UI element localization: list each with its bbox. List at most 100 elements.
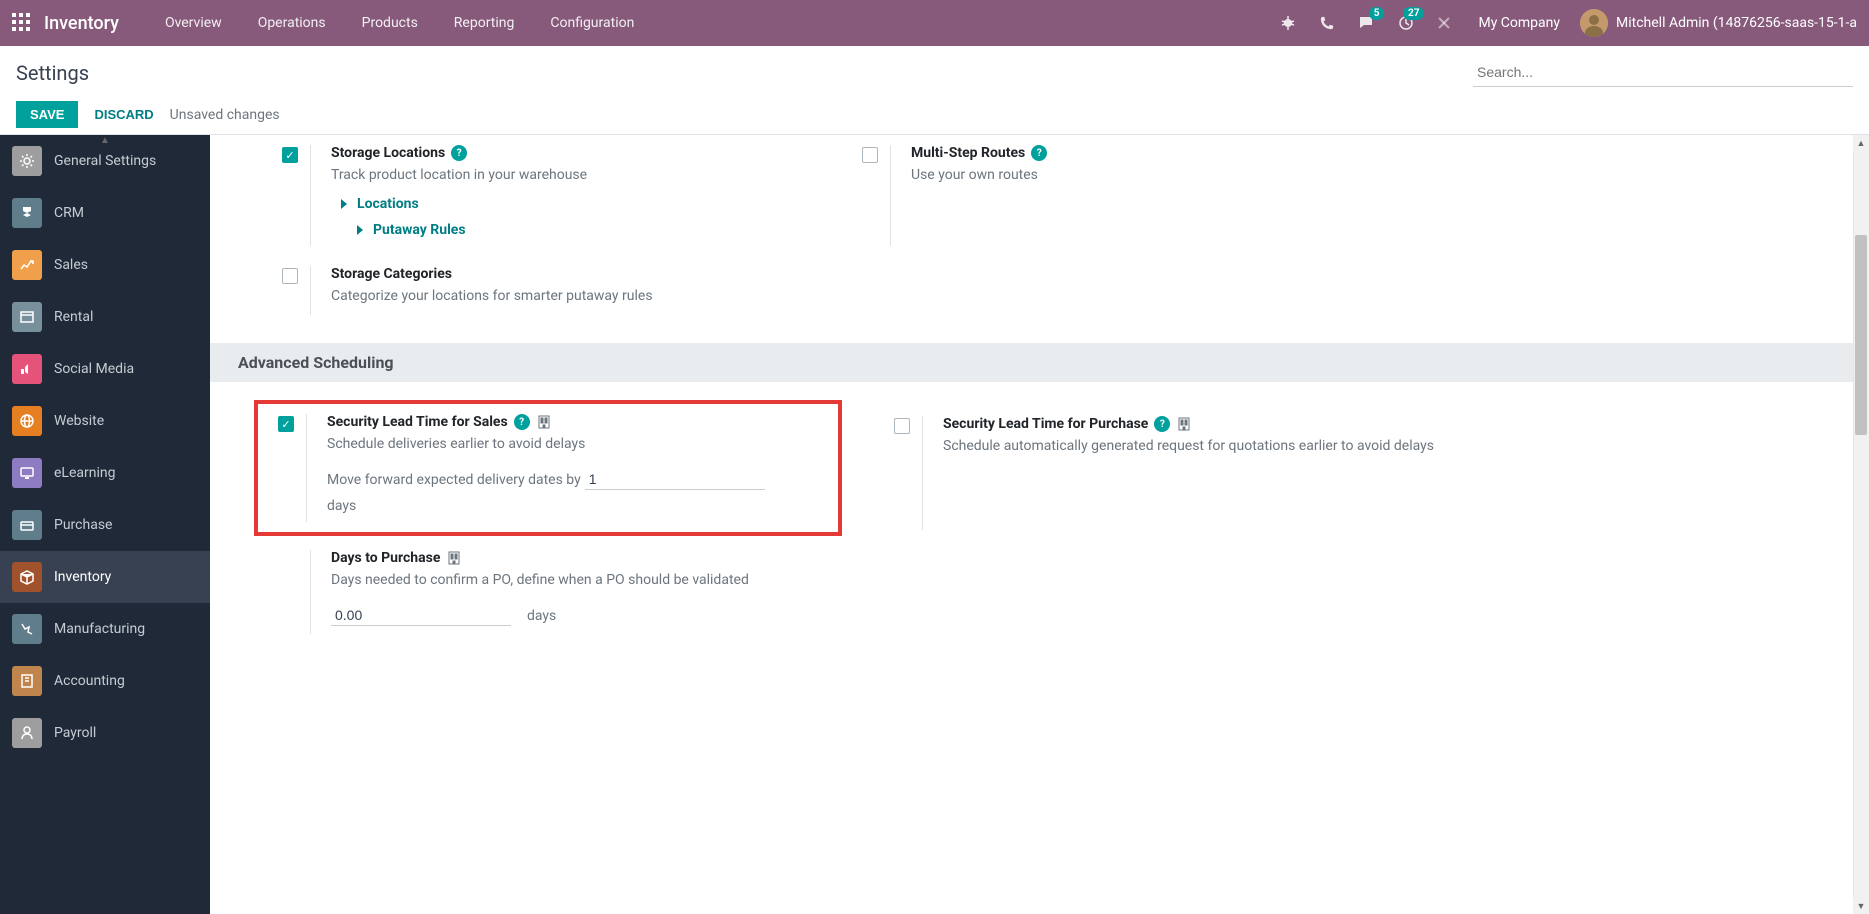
menu-configuration[interactable]: Configuration xyxy=(532,15,652,31)
debug-icon[interactable] xyxy=(1268,15,1308,31)
sidebar-item-label: Social Media xyxy=(54,361,134,377)
settings-sidebar: ▲ General Settings CRM Sales Rental Social M… xyxy=(0,135,210,914)
activities-icon[interactable]: 27 xyxy=(1386,15,1426,31)
building-icon xyxy=(536,414,552,430)
user-menu[interactable]: Mitchell Admin (14876256-saas-15-1-a xyxy=(1580,9,1857,37)
setting-storage-locations: ✓ Storage Locations ? Track product loca… xyxy=(258,135,838,256)
sidebar-icon xyxy=(12,250,42,280)
lead-time-prefix: Move forward expected delivery dates by xyxy=(327,472,581,488)
messages-icon[interactable]: 5 xyxy=(1346,15,1386,31)
sidebar-icon xyxy=(12,354,42,384)
setting-title: Days to Purchase xyxy=(331,550,440,566)
control-panel: Settings SAVE DISCARD Unsaved changes xyxy=(0,46,1869,135)
sidebar-icon xyxy=(12,718,42,748)
sidebar-item-label: Accounting xyxy=(54,673,125,689)
sidebar-item-label: Inventory xyxy=(54,569,111,585)
scroll-up-button[interactable]: ▲ xyxy=(1853,135,1869,151)
sidebar-item-label: Payroll xyxy=(54,725,96,741)
checkbox-security-lead-sales[interactable]: ✓ xyxy=(278,416,294,432)
sidebar-item-accounting[interactable]: Accounting xyxy=(0,655,210,707)
lead-time-sales-input[interactable] xyxy=(585,469,765,490)
top-nav: Inventory Overview Operations Products R… xyxy=(0,0,1869,46)
page-title: Settings xyxy=(16,61,89,85)
sidebar-item-manufacturing[interactable]: Manufacturing xyxy=(0,603,210,655)
setting-storage-categories: Storage Categories Categorize your locat… xyxy=(258,256,838,325)
setting-desc: Categorize your locations for smarter pu… xyxy=(331,286,826,307)
sidebar-item-purchase[interactable]: Purchase xyxy=(0,499,210,551)
scroll-down-button[interactable]: ▼ xyxy=(1853,898,1869,914)
scrollbar[interactable]: ▲ ▼ xyxy=(1853,135,1869,914)
setting-desc: Track product location in your warehouse xyxy=(331,165,826,186)
sidebar-item-payroll[interactable]: Payroll xyxy=(0,707,210,759)
setting-title: Storage Categories xyxy=(331,266,452,282)
checkbox-security-lead-purchase[interactable] xyxy=(894,418,910,434)
building-icon xyxy=(446,550,462,566)
help-icon[interactable]: ? xyxy=(1031,145,1047,161)
setting-title: Multi-Step Routes xyxy=(911,145,1025,161)
help-icon[interactable]: ? xyxy=(451,145,467,161)
sidebar-item-label: Website xyxy=(54,413,104,429)
sidebar-item-label: CRM xyxy=(54,205,84,221)
sidebar-item-social-media[interactable]: Social Media xyxy=(0,343,210,395)
sidebar-item-sales[interactable]: Sales xyxy=(0,239,210,291)
setting-title: Storage Locations xyxy=(331,145,445,161)
sidebar-item-rental[interactable]: Rental xyxy=(0,291,210,343)
building-icon xyxy=(1176,416,1192,432)
scrollbar-thumb[interactable] xyxy=(1855,235,1867,435)
link-locations[interactable]: Locations xyxy=(339,196,826,212)
menu-overview[interactable]: Overview xyxy=(147,15,240,31)
sidebar-item-website[interactable]: Website xyxy=(0,395,210,447)
sidebar-item-elearning[interactable]: eLearning xyxy=(0,447,210,499)
scroll-up-icon[interactable]: ▲ xyxy=(100,135,110,146)
help-icon[interactable]: ? xyxy=(1154,416,1170,432)
days-purchase-input[interactable] xyxy=(331,605,511,626)
menu-products[interactable]: Products xyxy=(344,15,436,31)
setting-multi-step-routes: Multi-Step Routes ? Use your own routes xyxy=(838,135,1418,256)
setting-title: Security Lead Time for Sales xyxy=(327,414,508,430)
discard-button[interactable]: DISCARD xyxy=(94,107,153,122)
save-button[interactable]: SAVE xyxy=(16,101,78,128)
checkbox-storage-categories[interactable] xyxy=(282,268,298,284)
sidebar-item-label: Manufacturing xyxy=(54,621,145,637)
menu-reporting[interactable]: Reporting xyxy=(436,15,533,31)
sidebar-icon xyxy=(12,510,42,540)
menu-operations[interactable]: Operations xyxy=(240,15,344,31)
setting-security-lead-purchase: Security Lead Time for Purchase ? Schedu… xyxy=(882,406,1462,540)
apps-menu-icon[interactable] xyxy=(12,13,32,33)
setting-days-to-purchase: Days to Purchase Days needed to confirm … xyxy=(258,540,838,644)
sidebar-item-crm[interactable]: CRM xyxy=(0,187,210,239)
setting-title: Security Lead Time for Purchase xyxy=(943,416,1148,432)
close-icon[interactable] xyxy=(1426,17,1462,29)
checkbox-multi-step-routes[interactable] xyxy=(862,147,878,163)
sidebar-icon xyxy=(12,562,42,592)
settings-content: ✓ Storage Locations ? Track product loca… xyxy=(210,135,1869,914)
sidebar-item-label: General Settings xyxy=(54,153,156,169)
setting-desc: Schedule automatically generated request… xyxy=(943,436,1450,457)
sidebar-icon xyxy=(12,458,42,488)
sidebar-item-label: Sales xyxy=(54,257,88,273)
sidebar-icon xyxy=(12,666,42,696)
app-name[interactable]: Inventory xyxy=(44,13,119,34)
sidebar-icon xyxy=(12,302,42,332)
search-input[interactable] xyxy=(1473,58,1853,87)
setting-desc: Use your own routes xyxy=(911,165,1406,186)
highlight-box: ✓ Security Lead Time for Sales ? Schedul… xyxy=(254,400,842,536)
sidebar-item-label: Purchase xyxy=(54,517,112,533)
link-putaway-rules[interactable]: Putaway Rules xyxy=(355,222,826,238)
activities-badge: 27 xyxy=(1403,7,1424,20)
help-icon[interactable]: ? xyxy=(514,414,530,430)
avatar xyxy=(1580,9,1608,37)
phone-icon[interactable] xyxy=(1308,16,1346,30)
sidebar-item-label: Rental xyxy=(54,309,93,325)
checkbox-storage-locations[interactable]: ✓ xyxy=(282,147,298,163)
unsaved-indicator: Unsaved changes xyxy=(170,107,280,123)
user-name: Mitchell Admin (14876256-saas-15-1-a xyxy=(1616,15,1857,31)
sidebar-item-inventory[interactable]: Inventory xyxy=(0,551,210,603)
sidebar-icon xyxy=(12,198,42,228)
sidebar-item-label: eLearning xyxy=(54,465,115,481)
sidebar-icon xyxy=(12,406,42,436)
setting-desc: Schedule deliveries earlier to avoid del… xyxy=(327,434,826,455)
company-selector[interactable]: My Company xyxy=(1478,15,1560,31)
days-unit: days xyxy=(527,608,556,624)
messages-badge: 5 xyxy=(1369,7,1385,20)
